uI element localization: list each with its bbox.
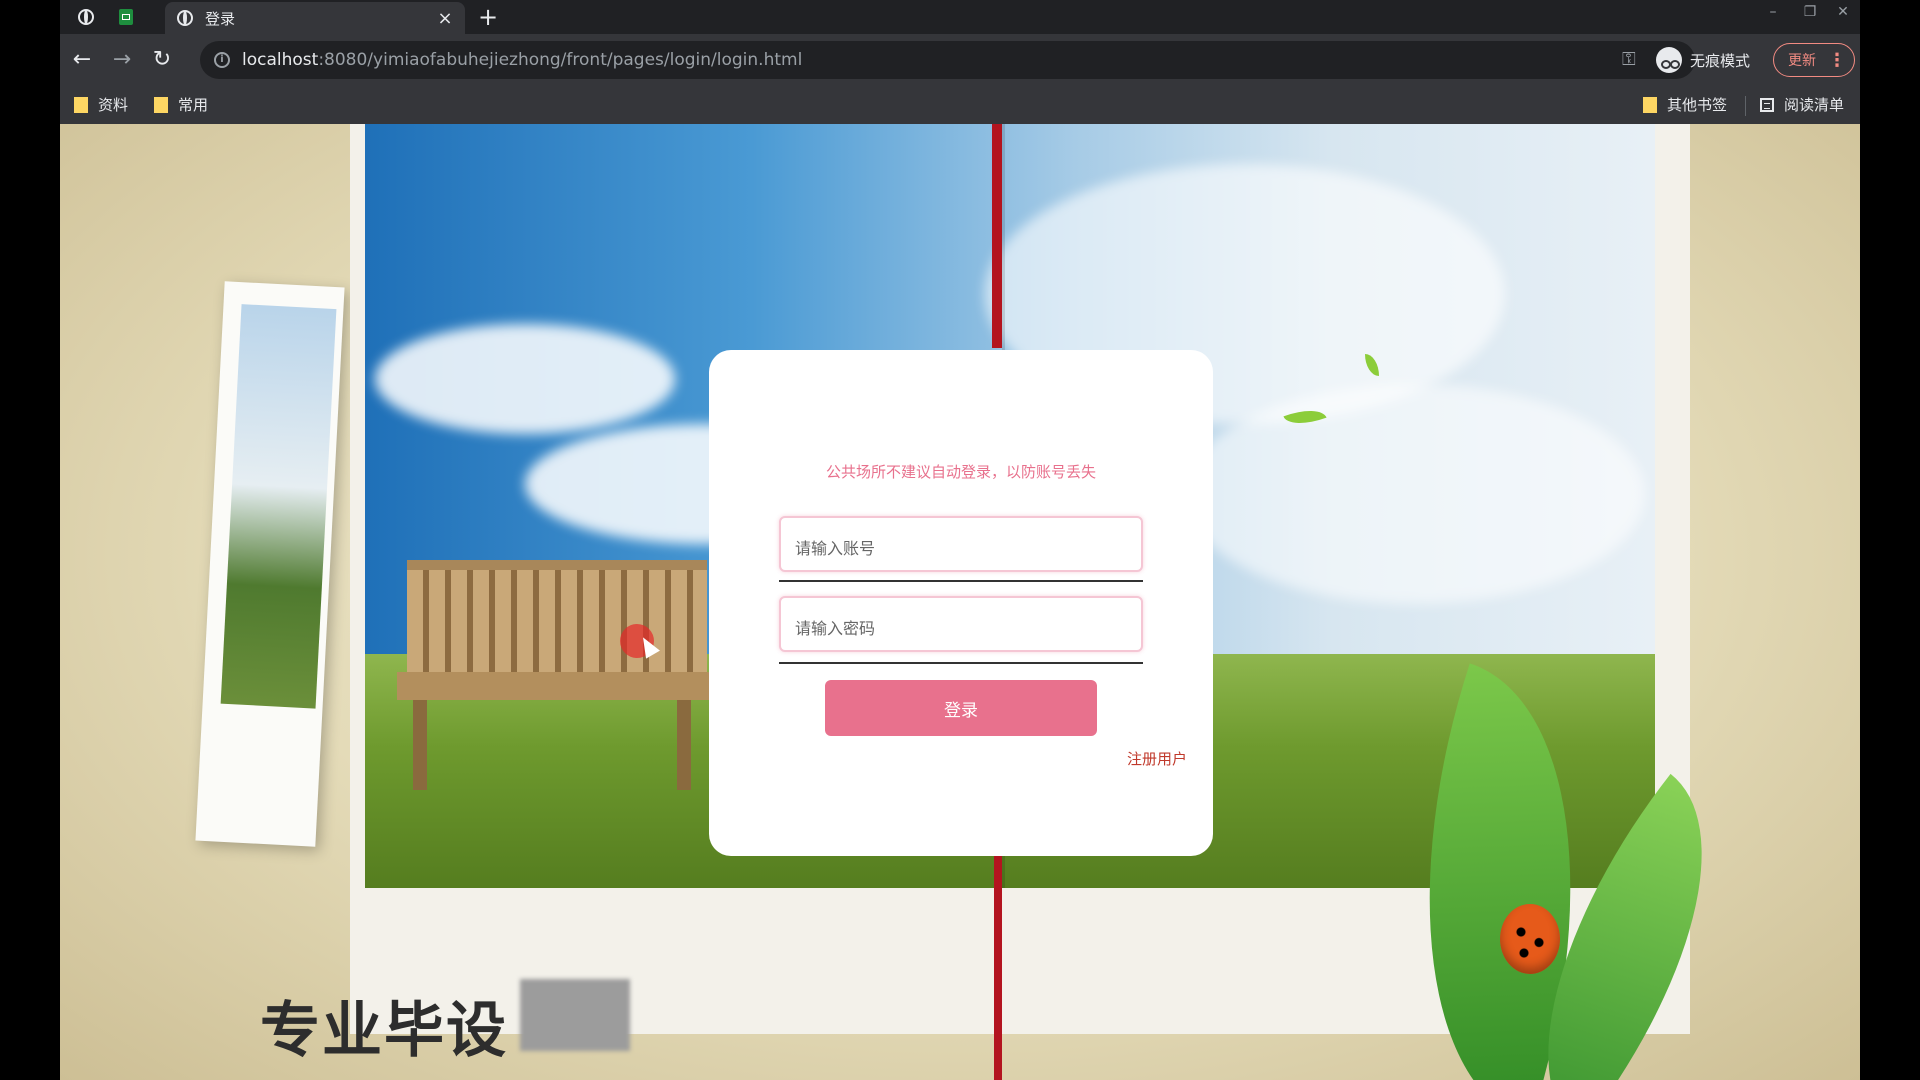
folder-icon xyxy=(74,96,88,113)
close-window-icon[interactable]: ✕ xyxy=(1828,4,1858,20)
bench-seat xyxy=(397,672,717,700)
register-link[interactable]: 注册用户 xyxy=(1127,748,1187,769)
update-label: 更新 xyxy=(1788,53,1816,69)
incognito-indicator[interactable]: 无痕模式 xyxy=(1656,47,1750,73)
close-tab-icon[interactable]: × xyxy=(433,8,457,29)
incognito-icon xyxy=(1656,47,1682,73)
bookmark-ribbon xyxy=(992,124,1002,348)
address-bar[interactable]: i localhost:8080/yimiaofabuhejiezhong/fr… xyxy=(200,41,1695,79)
incognito-label: 无痕模式 xyxy=(1690,51,1751,70)
tab-pinned-1[interactable] xyxy=(70,4,102,30)
blurred-region xyxy=(520,979,630,1051)
url-path: :8080/yimiaofabuhejiezhong/front/pages/l… xyxy=(318,50,803,70)
url-host: localhost xyxy=(242,50,319,70)
page-content: 公共场所不建议自动登录，以防账号丢失 请输入账号 请输入密码 登录 注册用户 专… xyxy=(60,124,1860,1080)
input-underline xyxy=(779,662,1143,664)
cloud xyxy=(1185,384,1645,604)
bookmark-label: 常用 xyxy=(178,96,209,114)
tab-title: 登录 xyxy=(205,9,236,28)
info-icon[interactable]: i xyxy=(214,52,230,68)
back-icon[interactable]: ← xyxy=(66,44,98,76)
reload-icon[interactable]: ↻ xyxy=(146,44,178,76)
bookmark-folder[interactable]: 资料 xyxy=(74,94,128,115)
bookmarks-divider xyxy=(1745,96,1746,116)
ladybug-icon xyxy=(1500,904,1560,974)
folder-icon xyxy=(154,96,168,113)
update-button[interactable]: 更新 ⋮ xyxy=(1773,43,1855,77)
forward-icon[interactable]: → xyxy=(106,44,138,76)
password-placeholder: 请输入密码 xyxy=(795,619,876,638)
login-button[interactable]: 登录 xyxy=(825,680,1097,736)
bookmark-label: 阅读清单 xyxy=(1784,96,1845,114)
login-card: 公共场所不建议自动登录，以防账号丢失 请输入账号 请输入密码 登录 注册用户 xyxy=(709,350,1213,856)
polaroid-photo xyxy=(195,281,345,847)
bookmarks-bar: 资料 常用 其他书签 阅读清单 xyxy=(60,86,1860,124)
username-input[interactable]: 请输入账号 xyxy=(779,516,1143,572)
bench-leg xyxy=(677,700,691,790)
new-tab-button[interactable]: + xyxy=(474,3,502,31)
more-menu-icon[interactable]: ⋮ xyxy=(1828,50,1846,71)
reading-list-icon xyxy=(1760,97,1774,112)
restore-icon[interactable]: ❐ xyxy=(1795,4,1825,20)
login-notice: 公共场所不建议自动登录，以防账号丢失 xyxy=(825,463,1096,481)
tab-strip: 登录 × + – ❐ ✕ xyxy=(60,0,1860,34)
browser-toolbar: ← → ↻ i localhost:8080/yimiaofabuhejiezh… xyxy=(60,34,1860,86)
url-text[interactable]: localhost:8080/yimiaofabuhejiezhong/fron… xyxy=(242,50,802,70)
key-icon[interactable]: ⚿ xyxy=(1622,49,1636,70)
tree-photo xyxy=(220,304,337,709)
watermark-text: 专业毕设 xyxy=(260,996,508,1066)
tab-pinned-2[interactable] xyxy=(110,4,142,30)
other-bookmarks[interactable]: 其他书签 xyxy=(1643,94,1727,115)
globe-icon xyxy=(78,9,94,25)
globe-icon xyxy=(177,10,193,26)
tab-login[interactable]: 登录 × xyxy=(165,2,465,34)
bookmark-ribbon xyxy=(994,854,1002,1080)
bookmark-label: 资料 xyxy=(98,96,129,114)
browser-window: 登录 × + – ❐ ✕ ← → ↻ i localhost:8080/yimi… xyxy=(60,0,1860,1080)
wooden-bench xyxy=(397,560,717,800)
username-placeholder: 请输入账号 xyxy=(795,539,876,558)
cloud xyxy=(375,324,675,434)
minimize-icon[interactable]: – xyxy=(1758,4,1788,20)
bookmark-label: 其他书签 xyxy=(1667,96,1728,114)
bookmark-folder[interactable]: 常用 xyxy=(154,94,208,115)
spreadsheet-icon xyxy=(119,9,133,25)
bench-back xyxy=(407,560,707,672)
reading-list[interactable]: 阅读清单 xyxy=(1760,94,1844,115)
input-underline xyxy=(779,580,1143,582)
password-input[interactable]: 请输入密码 xyxy=(779,596,1143,652)
folder-icon xyxy=(1643,96,1657,113)
bench-leg xyxy=(413,700,427,790)
